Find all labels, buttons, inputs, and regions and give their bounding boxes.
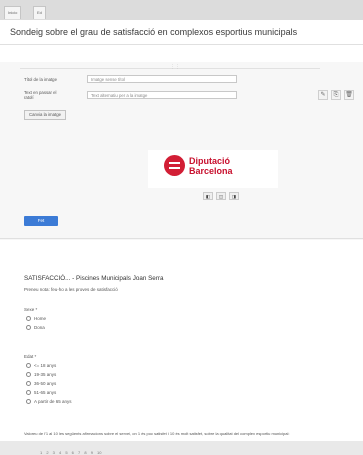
section-title: SATISFACCIÓ... - Piscines Municipals Joa… (24, 275, 164, 282)
logo-text-line1: Diputació (189, 156, 231, 166)
radio-circle-icon (26, 316, 31, 322)
radio-option[interactable]: <= 18 anys (26, 363, 56, 369)
radio-circle-icon (26, 390, 31, 396)
question-rating: Valoreu de l'1 al 10 les següents afirma… (24, 431, 290, 436)
radio-circle-icon (26, 399, 31, 405)
image-alt-label: Text en passar el ratolí (24, 90, 57, 100)
radio-option[interactable]: 36-50 anys (26, 381, 56, 387)
radio-circle-icon (26, 372, 31, 378)
ruler: ⋮⋮ (20, 64, 320, 73)
question-age: Edat * (24, 354, 37, 359)
logo-text-line2: Barcelona (189, 166, 233, 176)
radio-option[interactable]: 51-65 anys (26, 390, 56, 396)
image-title-input[interactable]: Imatge sense títol (87, 75, 237, 83)
tab-inicio[interactable]: Inicio (4, 6, 22, 19)
form-editor-page: Sondeig sobre el grau de satisfacció en … (0, 20, 363, 455)
radio-option[interactable]: Dona (26, 325, 45, 331)
diputacio-logo: Diputació Barcelona (148, 150, 278, 188)
delete-icon[interactable]: 🗑 (344, 90, 354, 100)
logo-emblem (164, 155, 185, 176)
done-button[interactable]: Fet (24, 216, 58, 226)
tab-bar: Inicio Ed (0, 0, 363, 21)
duplicate-icon[interactable]: ⎘ (331, 90, 341, 100)
align-left-button[interactable]: ◧ (203, 192, 213, 200)
radio-option[interactable]: A partir de 65 anys (26, 399, 72, 405)
align-right-button[interactable]: ◨ (229, 192, 239, 200)
tab-ed[interactable]: Ed (33, 6, 46, 19)
align-center-button[interactable]: ◫ (216, 192, 226, 200)
title-divider (0, 44, 363, 45)
radio-option[interactable]: 19-35 anys (26, 372, 56, 378)
radio-circle-icon (26, 363, 31, 369)
radio-circle-icon (26, 325, 31, 331)
edit-icon[interactable]: ✎ (318, 90, 328, 100)
radio-circle-icon (26, 381, 31, 387)
rating-scale[interactable]: 1 2 3 4 5 6 7 8 9 10 (40, 450, 101, 455)
section-subtitle: Preneu nota: feu-ho a les proves de sati… (24, 287, 118, 292)
image-alt-input[interactable]: Text alternatiu per a la imatge (87, 91, 237, 99)
panel-divider (0, 238, 363, 239)
change-image-button[interactable]: Canvia la imatge (24, 110, 67, 120)
page-title: Sondeig sobre el grau de satisfacció en … (10, 27, 298, 37)
question-sex: Sexe * (24, 307, 38, 312)
radio-option[interactable]: Home (26, 316, 46, 322)
image-title-label: Títol de la imatge (24, 77, 57, 82)
